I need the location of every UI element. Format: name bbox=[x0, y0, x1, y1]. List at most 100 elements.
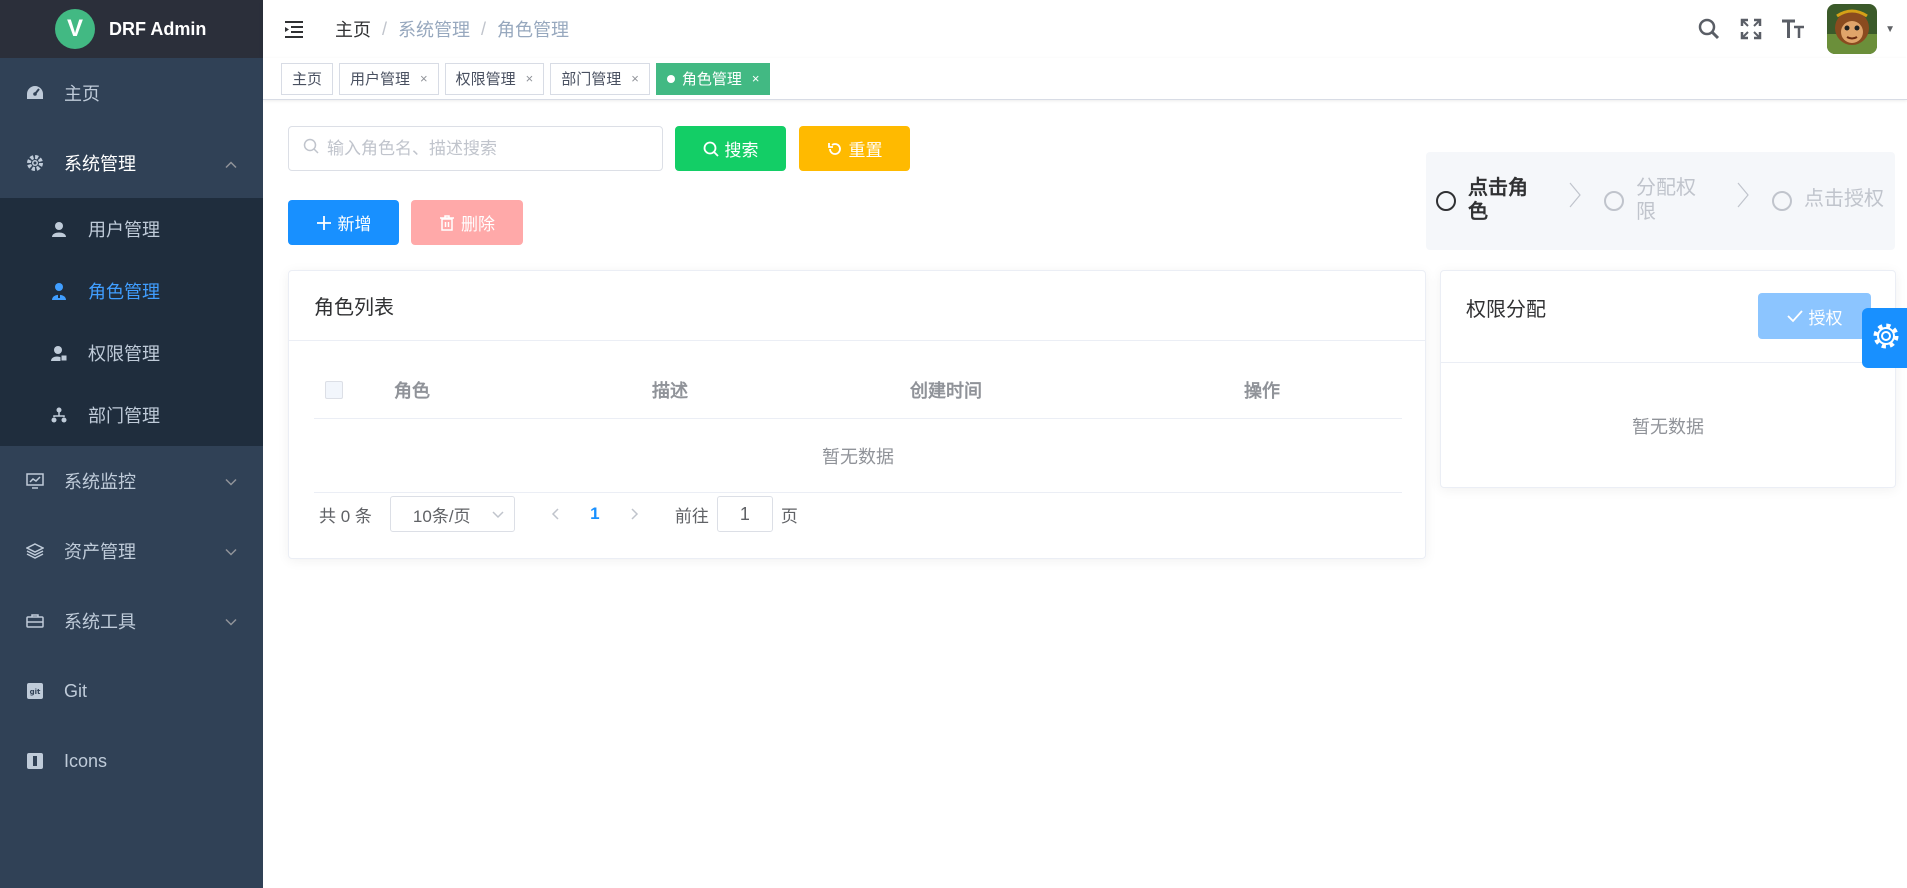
breadcrumb-item: 角色管理 bbox=[497, 20, 570, 40]
toolbox-icon bbox=[26, 612, 44, 630]
breadcrumb: 主页 / 系统管理 / 角色管理 bbox=[335, 16, 569, 42]
header-right-menu: ▼ bbox=[1697, 0, 1907, 58]
empty-text: 暂无数据 bbox=[1632, 417, 1704, 437]
sidebar-item-label: 系统管理 bbox=[64, 154, 136, 174]
sidebar-item-users[interactable]: 用户管理 bbox=[0, 198, 263, 260]
sidebar-item-icons[interactable]: Icons bbox=[0, 726, 263, 796]
search-icon[interactable] bbox=[1697, 17, 1721, 41]
sidebar-item-roles[interactable]: 角色管理 bbox=[0, 260, 263, 322]
tag-label: 权限管理 bbox=[455, 71, 516, 88]
chevron-left-icon bbox=[551, 508, 559, 520]
tag-home[interactable]: 主页 bbox=[281, 62, 334, 95]
column-header: 操作 bbox=[1244, 380, 1280, 401]
sidebar-item-tools[interactable]: 系统工具 bbox=[0, 586, 263, 656]
step-assign-permissions: 分配权限 bbox=[1604, 176, 1704, 224]
refresh-icon bbox=[827, 142, 841, 155]
tag-permissions[interactable]: 权限管理 × bbox=[444, 62, 545, 95]
column-header[interactable]: 角色 bbox=[394, 377, 430, 403]
sidebar-item-label: 部门管理 bbox=[88, 406, 160, 426]
tag-departments[interactable]: 部门管理 × bbox=[550, 62, 650, 95]
sidebar-item-label: 系统工具 bbox=[64, 612, 136, 632]
tag-label: 角色管理 bbox=[681, 71, 742, 88]
pagination: 共 0 条 10条/页 1 前往 页 bbox=[319, 496, 798, 532]
role-table: 角色 描述 创建时间 操作 暂无数据 bbox=[314, 361, 1402, 493]
card-title: 角色列表 bbox=[289, 271, 1425, 341]
user-icon bbox=[50, 220, 68, 238]
sidebar-item-label: Icons bbox=[64, 750, 108, 771]
step-title: 分配权限 bbox=[1636, 177, 1696, 223]
sidebar-item-permissions[interactable]: 权限管理 bbox=[0, 322, 263, 384]
permission-card: 权限分配 授权 暂无数据 bbox=[1440, 270, 1896, 488]
sidebar-item-departments[interactable]: 部门管理 bbox=[0, 384, 263, 446]
svg-text:git: git bbox=[30, 688, 41, 696]
grant-button[interactable]: 授权 bbox=[1758, 293, 1871, 339]
sidebar-item-git[interactable]: git Git bbox=[0, 656, 263, 726]
gear-icon bbox=[26, 154, 44, 172]
monitor-icon bbox=[26, 472, 44, 490]
caret-down-icon[interactable]: ▼ bbox=[1885, 24, 1895, 35]
select-all-checkbox[interactable] bbox=[325, 380, 343, 399]
sidebar-item-assets[interactable]: 资产管理 bbox=[0, 516, 263, 586]
sidebar-item-label: 权限管理 bbox=[88, 344, 160, 364]
prev-page-button[interactable] bbox=[535, 496, 575, 532]
reset-button[interactable]: 重置 bbox=[799, 126, 910, 171]
app-title: DRF Admin bbox=[109, 18, 207, 39]
column-header[interactable]: 创建时间 bbox=[910, 377, 982, 403]
chevron-right-icon bbox=[631, 508, 638, 520]
logo[interactable]: V DRF Admin bbox=[0, 0, 263, 58]
page-size-value: 10条/页 bbox=[412, 506, 471, 526]
sidebar-item-home[interactable]: 主页 bbox=[0, 58, 263, 128]
steps: 点击角色 分配权限 点击授权 bbox=[1426, 152, 1895, 250]
chevron-down-icon bbox=[492, 504, 504, 524]
breadcrumb-separator: / bbox=[481, 18, 487, 39]
tag-roles[interactable]: 角色管理 × bbox=[655, 62, 771, 95]
chevron-down-icon bbox=[225, 471, 237, 492]
search-button-label: 搜索 bbox=[724, 141, 759, 160]
font-size-icon[interactable] bbox=[1781, 17, 1805, 41]
settings-button[interactable] bbox=[1862, 308, 1907, 368]
sidebar: V DRF Admin 主页 系统管理 用户管理 角色管理 权限管理 部门管理 … bbox=[0, 0, 263, 888]
search-button[interactable]: 搜索 bbox=[675, 126, 786, 171]
column-header[interactable]: 描述 bbox=[652, 377, 688, 403]
hamburger-icon[interactable] bbox=[283, 18, 305, 40]
table-header: 角色 描述 创建时间 操作 bbox=[314, 361, 1402, 419]
chevron-right-icon bbox=[1568, 182, 1582, 213]
next-page-button[interactable] bbox=[615, 496, 655, 532]
close-icon[interactable]: × bbox=[420, 71, 428, 86]
logo-badge: V bbox=[55, 9, 95, 49]
close-icon[interactable]: × bbox=[526, 71, 534, 86]
empty-text: 暂无数据 bbox=[314, 419, 1402, 493]
goto-page-input[interactable] bbox=[716, 496, 773, 532]
page-size-select[interactable]: 10条/页 bbox=[389, 496, 515, 532]
page-number[interactable]: 1 bbox=[575, 496, 615, 532]
tag-label: 主页 bbox=[292, 71, 323, 88]
dashboard-icon bbox=[26, 84, 44, 102]
sidebar-item-label: 角色管理 bbox=[88, 282, 160, 302]
search-icon bbox=[703, 141, 719, 157]
close-icon[interactable]: × bbox=[752, 71, 760, 86]
close-icon[interactable]: × bbox=[631, 71, 639, 86]
grant-button-label: 授权 bbox=[1808, 308, 1843, 328]
git-icon: git bbox=[26, 682, 44, 700]
delete-button[interactable]: 删除 bbox=[411, 200, 523, 245]
avatar[interactable] bbox=[1827, 4, 1878, 54]
tag-label: 部门管理 bbox=[561, 71, 622, 88]
role-list-card: 角色列表 角色 描述 创建时间 操作 暂无数据 共 0 条 10条/页 1 前往… bbox=[288, 270, 1426, 559]
search-input[interactable] bbox=[327, 138, 647, 159]
sidebar-item-monitor[interactable]: 系统监控 bbox=[0, 446, 263, 516]
step-title: 点击授权 bbox=[1804, 188, 1884, 210]
sidebar-item-system[interactable]: 系统管理 bbox=[0, 128, 263, 198]
search-icon bbox=[303, 138, 319, 159]
add-button-label: 新增 bbox=[337, 215, 372, 234]
fullscreen-icon[interactable] bbox=[1739, 17, 1763, 41]
step-title: 点击角色 bbox=[1468, 177, 1528, 223]
goto-suffix: 页 bbox=[780, 506, 798, 526]
breadcrumb-item[interactable]: 主页 bbox=[335, 16, 371, 42]
search-input-wrapper bbox=[288, 126, 663, 171]
icons-icon bbox=[26, 752, 44, 770]
add-button[interactable]: 新增 bbox=[288, 200, 399, 245]
permission-icon bbox=[50, 344, 68, 362]
step-circle-icon bbox=[1436, 191, 1456, 211]
trash-icon bbox=[440, 214, 454, 231]
tag-users[interactable]: 用户管理 × bbox=[339, 62, 439, 95]
